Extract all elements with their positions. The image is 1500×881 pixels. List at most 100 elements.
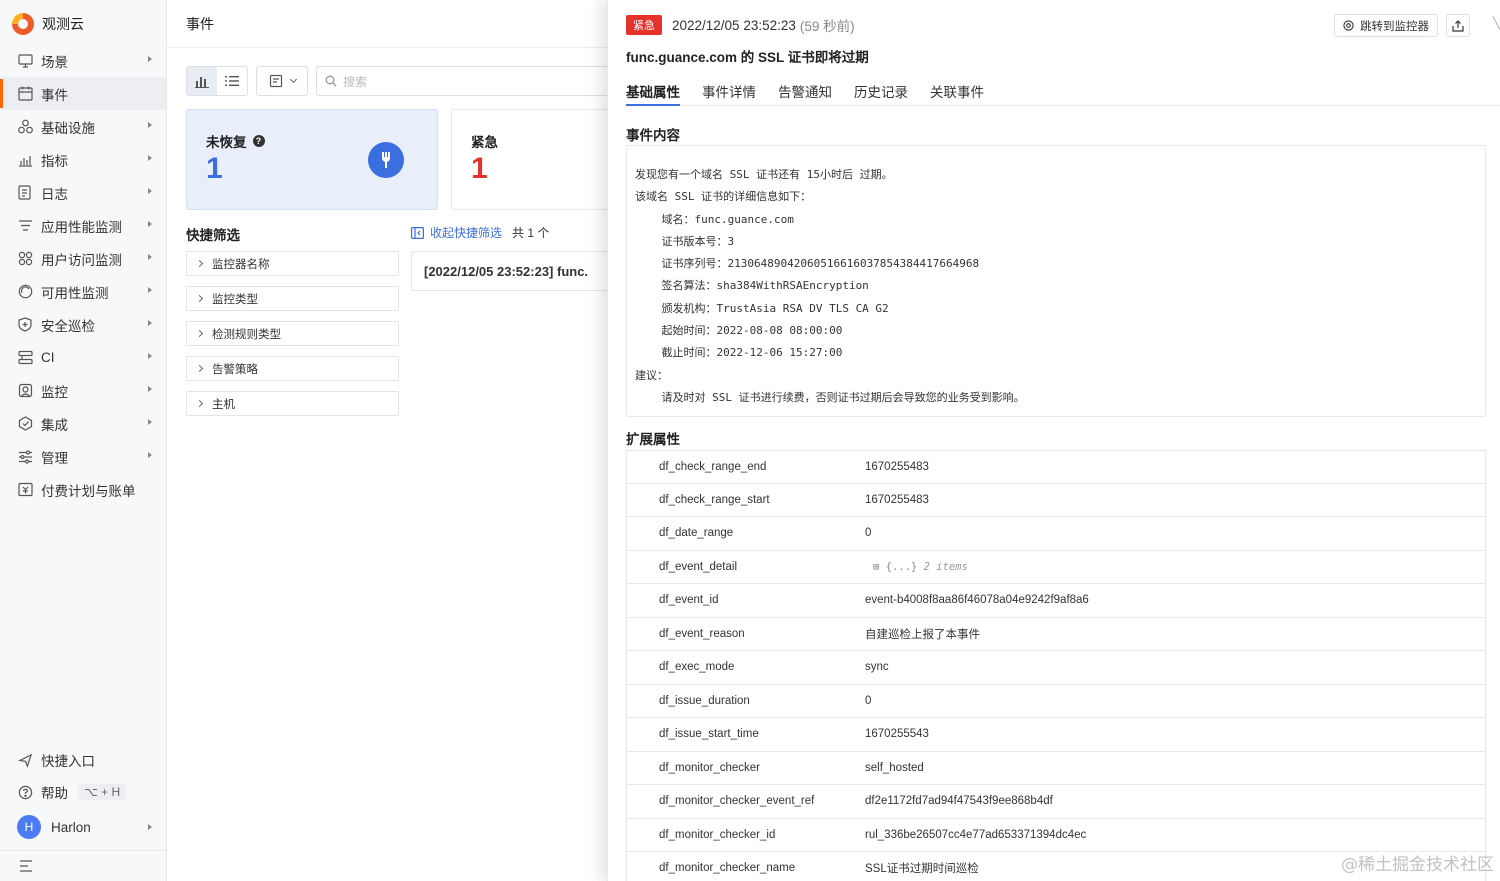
sidebar-item[interactable]: 管理 xyxy=(0,440,166,473)
unrecovered-badge-icon xyxy=(368,142,404,178)
sidebar-item-label: 付费计划与账单 xyxy=(41,483,136,499)
ext-attribute-value: 1670255483 xyxy=(865,493,929,506)
event-content-line: 建议： xyxy=(635,368,668,382)
sidebar-item[interactable]: 事件 xyxy=(0,77,166,110)
sidebar-item-label: 日志 xyxy=(41,186,68,202)
tab-2[interactable]: 告警通知 xyxy=(778,78,832,106)
sidebar: 观测云 场景事件基础设施 指标日志应用性能监测 用户访问监测可用性监测安全巡检 CI 监… xyxy=(0,0,167,881)
integration-icon xyxy=(17,416,33,432)
tab-0[interactable]: 基础属性 xyxy=(626,78,680,106)
ext-attribute-row: df_monitor_checker self_hosted xyxy=(626,751,1486,785)
tab-3[interactable]: 历史记录 xyxy=(854,78,908,106)
view-switch xyxy=(186,66,248,96)
quick-filter-item[interactable]: 告警策略 xyxy=(186,356,399,381)
ext-attribute-key: df_exec_mode xyxy=(659,661,735,674)
toolbar: 搜索 xyxy=(186,66,616,96)
share-button[interactable] xyxy=(1446,14,1470,37)
event-content-line: 签名算法：sha384WithRSAEncryption xyxy=(635,279,869,293)
event-content-box: 发现您有一个域名 SSL 证书还有 15小时后 过期。 该域名 SSL 证书的详细… xyxy=(626,145,1486,417)
event-relative-time: (59 秒前) xyxy=(799,19,855,34)
chevron-right-icon xyxy=(148,56,152,62)
help-shortcut: ⌥ + H xyxy=(78,784,127,800)
event-list-panel: 事件 搜索 未恢复 ? 1 紧急 1 快捷筛选 收起快捷筛选 共 1 个 监控器… xyxy=(167,0,621,881)
sidebar-bottom: 快捷入口 帮助 ⌥ + H H Harlon xyxy=(0,744,166,846)
event-content-line: 发现您有一个域名 SSL 证书还有 15小时后 过期。 xyxy=(635,168,893,181)
sidebar-item[interactable]: 安全巡检 xyxy=(0,308,166,341)
quick-filter-title: 快捷筛选 xyxy=(186,228,240,243)
sidebar-item[interactable]: 可用性监测 xyxy=(0,275,166,308)
json-object-toggle[interactable]: ⊞ {...} xyxy=(873,561,924,573)
menu-collapse-icon xyxy=(20,860,32,872)
sidebar-item-label: 事件 xyxy=(41,87,68,103)
event-title: func.guance.com 的 SSL 证书即将过期 xyxy=(626,50,869,65)
ext-attribute-value[interactable]: ⊞ {...} 2 items xyxy=(865,561,1485,573)
user-menu[interactable]: H Harlon xyxy=(0,808,166,846)
drawer-actions: 跳转到监控器 xyxy=(1334,14,1470,37)
event-content-line: 请及时对 SSL 证书进行续费，否则证书过期后会导致您的业务受到影响。 xyxy=(635,390,1025,404)
avatar: H xyxy=(17,815,41,839)
list-view-button[interactable] xyxy=(217,67,247,95)
quick-entry[interactable]: 快捷入口 xyxy=(0,744,166,776)
collapse-sidebar-button[interactable] xyxy=(0,850,166,881)
quick-entry-label: 快捷入口 xyxy=(41,754,95,769)
event-content-line: 截止时间：2022-12-06 15:27:00 xyxy=(635,346,843,360)
search-placeholder: 搜索 xyxy=(343,74,368,89)
event-content-line: 起始时间：2022-08-08 08:00:00 xyxy=(635,324,843,338)
tab-1[interactable]: 事件详情 xyxy=(702,78,756,106)
ext-attribute-key: df_event_id xyxy=(659,594,719,607)
log-icon xyxy=(17,185,33,201)
quick-filter-item[interactable]: 检测规则类型 xyxy=(186,321,399,346)
quick-filter-item[interactable]: 监控类型 xyxy=(186,286,399,311)
sidebar-item[interactable]: 场景 xyxy=(0,44,166,77)
close-icon[interactable]: ╲ xyxy=(1493,16,1500,30)
sidebar-item-label: 安全巡检 xyxy=(41,318,95,334)
event-list-item[interactable]: [2022/12/05 23:52:23] func. xyxy=(411,251,621,291)
jump-to-monitor-button[interactable]: 跳转到监控器 xyxy=(1334,14,1438,37)
tab-4[interactable]: 关联事件 xyxy=(930,78,984,106)
drawer-header: 紧急 2022/12/05 23:52:23 (59 秒前) xyxy=(626,15,855,35)
sidebar-item[interactable]: 付费计划与账单 xyxy=(0,473,166,506)
saved-view-dropdown[interactable] xyxy=(256,66,308,96)
unrecovered-card[interactable]: 未恢复 ? 1 xyxy=(186,109,438,210)
help[interactable]: 帮助 ⌥ + H xyxy=(0,776,166,808)
chart-view-button[interactable] xyxy=(187,67,217,95)
sidebar-item-label: CI xyxy=(41,350,55,365)
collapse-quick-filter-button[interactable]: 收起快捷筛选 共 1 个 xyxy=(411,224,549,241)
quick-filter-item[interactable]: 主机 xyxy=(186,391,399,416)
question-icon[interactable]: ? xyxy=(252,135,265,147)
chevron-right-icon xyxy=(148,419,152,425)
extended-attributes-table: df_check_range_end 1670255483 df_check_ran… xyxy=(626,450,1486,881)
chevron-right-icon xyxy=(148,320,152,326)
app-logo[interactable]: 观测云 xyxy=(12,11,84,37)
chevron-right-icon xyxy=(148,155,152,161)
ext-attribute-row: df_monitor_checker_id rul_336be26507cc4e7… xyxy=(626,818,1486,852)
quick-filter-list: 监控器名称监控类型检测规则类型 告警策略主机 xyxy=(186,251,399,426)
sidebar-item[interactable]: 基础设施 xyxy=(0,110,166,143)
sidebar-item[interactable]: CI xyxy=(0,341,166,374)
sliders-icon xyxy=(17,449,33,465)
sidebar-item[interactable]: 日志 xyxy=(0,176,166,209)
search-input[interactable]: 搜索 xyxy=(316,66,616,96)
jump-to-monitor-label: 跳转到监控器 xyxy=(1360,20,1429,33)
shield-icon xyxy=(17,317,33,333)
sidebar-item[interactable]: 应用性能监测 xyxy=(0,209,166,242)
ext-attribute-row: df_monitor_checker_event_ref df2e1172fd7a… xyxy=(626,785,1486,819)
sidebar-item[interactable]: 用户访问监测 xyxy=(0,242,166,275)
event-content-line: 证书版本号：3 xyxy=(635,234,735,248)
unrecovered-count: 1 xyxy=(206,152,223,185)
app-name: 观测云 xyxy=(42,16,84,32)
sidebar-item[interactable]: 集成 xyxy=(0,407,166,440)
chevron-right-icon xyxy=(195,364,204,373)
quick-filter-item[interactable]: 监控器名称 xyxy=(186,251,399,276)
guance-logo-icon xyxy=(12,13,34,35)
event-content-line: 证书序列号：2130648904206051661603785438441766… xyxy=(635,257,980,271)
ext-attribute-value: 1670255483 xyxy=(865,460,929,473)
urgent-card[interactable]: 紧急 1 xyxy=(451,109,611,210)
sidebar-item[interactable]: 指标 xyxy=(0,143,166,176)
ext-attribute-value: 0 xyxy=(865,694,872,707)
sidebar-item[interactable]: 监控 xyxy=(0,374,166,407)
monitor-watch-icon xyxy=(1343,20,1354,31)
sidebar-item-label: 可用性监测 xyxy=(41,285,109,301)
chevron-right-icon xyxy=(148,824,152,830)
ext-attribute-value: df2e1172fd7ad94f47543f9ee868b4df xyxy=(865,795,1053,808)
